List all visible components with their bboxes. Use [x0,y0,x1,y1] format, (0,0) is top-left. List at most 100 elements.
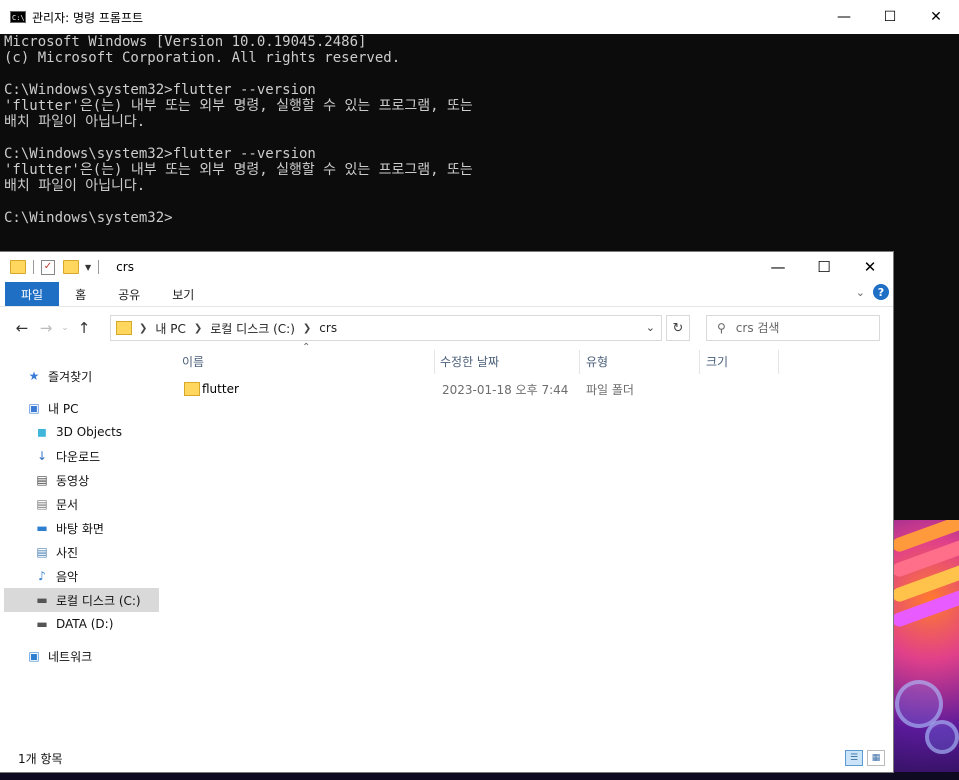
item-count: 1개 항목 [18,751,63,766]
column-header-type[interactable]: 유형 [586,348,608,374]
close-icon[interactable]: ✕ [913,0,959,34]
refresh-icon[interactable]: ↻ [666,315,690,341]
divider [579,350,580,374]
chevron-right-icon[interactable]: ❯ [194,323,202,334]
folder-icon [116,321,132,335]
tab-share[interactable]: 공유 [102,282,156,306]
computer-icon: ▣ [28,401,40,415]
properties-icon[interactable]: ✓ [41,259,55,275]
cmd-output-line: 'flutter'은(는) 내부 또는 외부 명령, 실행할 수 있는 프로그램… [4,162,473,178]
chevron-right-icon[interactable]: ❯ [139,323,147,334]
sidebar-item-label: 음악 [56,569,79,584]
folder-icon [10,260,26,274]
sidebar-item-label: 3D Objects [56,425,123,439]
minimize-icon[interactable]: — [821,0,867,34]
details-view-icon[interactable]: ☰ [845,750,863,766]
cmd-output-line: (c) Microsoft Corporation. All rights re… [4,50,401,66]
tab-view[interactable]: 보기 [156,282,210,306]
search-box[interactable]: ⚲ [706,315,880,341]
up-arrow-icon[interactable]: ↑ [72,319,96,337]
explorer-window[interactable]: ✓ ▼ crs — ☐ ✕ 파일 홈 공유 보기 ⌄ ? ← → ⌄ ↑ ❯ 내… [0,252,893,772]
navigation-bar: ← → ⌄ ↑ ❯ 내 PC ❯ 로컬 디스크 (C:) ❯ crs ⌄ ↻ ⚲ [0,307,893,349]
explorer-title-bar[interactable]: ✓ ▼ crs — ☐ ✕ [0,252,893,282]
column-header-modified[interactable]: 수정한 날짜 [440,348,499,374]
expand-ribbon-icon[interactable]: ⌄ [856,286,865,299]
divider [434,350,435,374]
drive-icon: ▬ [36,593,48,607]
taskbar [0,772,959,780]
large-icons-view-icon[interactable]: ▦ [867,750,885,766]
download-icon: ↓ [36,449,48,463]
help-icon[interactable]: ? [873,284,889,300]
cmd-app-icon: C:\ [10,11,26,23]
chevron-down-icon[interactable]: ⌄ [646,321,655,334]
address-bar[interactable]: ❯ 내 PC ❯ 로컬 디스크 (C:) ❯ crs ⌄ [110,315,662,341]
customize-quick-access-icon[interactable]: ▼ [85,263,91,272]
sidebar-item[interactable]: ▣ 내 PC [4,396,159,420]
cmd-output-line: 배치 파일이 아닙니다. [4,178,146,194]
sidebar-item-label: 다운로드 [56,449,101,464]
tab-home[interactable]: 홈 [59,282,102,306]
cmd-output-line [4,130,955,146]
breadcrumb-this-pc[interactable]: 내 PC [155,320,185,337]
wallpaper-bubble [925,720,959,754]
sidebar-item[interactable]: ▣ 네트워크 [4,644,159,668]
cmd-output-line: C:\Windows\system32> [4,210,173,226]
music-icon: ♪ [38,569,46,583]
column-header-name[interactable]: 이름 [182,348,204,374]
ribbon: 파일 홈 공유 보기 ⌄ ? [0,282,893,307]
sidebar-item-label: 동영상 [56,473,90,488]
divider [98,260,100,274]
sidebar-item[interactable]: ▤ 문서 [4,492,159,516]
sidebar-item[interactable]: ▬ 바탕 화면 [4,516,159,540]
sidebar-item[interactable]: ↓ 다운로드 [4,444,159,468]
sidebar-item-label: 바탕 화면 [56,521,104,536]
sidebar-item-label: 내 PC [48,401,79,416]
star-icon: ★ [28,369,40,383]
desktop-icon: ▬ [36,521,48,535]
sidebar-item[interactable]: ★ 즐겨찾기 [4,364,159,388]
column-header-size[interactable]: 크기 [706,348,728,374]
sidebar-item[interactable]: ◼ 3D Objects [4,420,159,444]
drive-icon: ▬ [36,617,48,631]
close-icon[interactable]: ✕ [847,252,893,282]
forward-arrow-icon[interactable]: → [34,319,58,337]
cube-icon: ◼ [37,425,47,439]
cmd-window-title: 관리자: 명령 프롬프트 [32,10,144,25]
sidebar-item-label: 문서 [56,497,79,512]
cmd-output-line: 배치 파일이 아닙니다. [4,114,146,130]
tab-file[interactable]: 파일 [5,282,60,306]
recent-locations-icon[interactable]: ⌄ [58,323,72,333]
sidebar-item[interactable]: ▤ 동영상 [4,468,159,492]
maximize-icon[interactable]: ☐ [867,0,913,34]
network-icon: ▣ [28,649,40,663]
cmd-output-line [4,66,955,82]
cmd-output-line: 'flutter'은(는) 내부 또는 외부 명령, 실행할 수 있는 프로그램… [4,98,473,114]
sidebar-item[interactable]: ▬ 로컬 디스크 (C:) [4,588,159,612]
sidebar-item[interactable]: ♪ 음악 [4,564,159,588]
file-list: ⌃ 이름 수정한 날짜 유형 크기 flutter 2023-01-18 오후 … [174,342,890,748]
back-arrow-icon[interactable]: ← [10,319,34,337]
breadcrumb-local-disk[interactable]: 로컬 디스크 (C:) [210,320,295,337]
sidebar-item[interactable]: ▤ 사진 [4,540,159,564]
cmd-output-line: C:\Windows\system32>flutter --version [4,146,316,162]
sidebar-item-label: 네트워크 [48,649,93,664]
maximize-icon[interactable]: ☐ [801,252,847,282]
status-bar: 1개 항목 ☰ ▦ [0,744,893,772]
cmd-output[interactable]: Microsoft Windows [Version 10.0.19045.24… [0,34,959,226]
sidebar-item-label: 즐겨찾기 [48,369,93,384]
sort-ascending-icon: ⌃ [302,342,311,353]
chevron-right-icon[interactable]: ❯ [303,323,311,334]
file-modified: 2023-01-18 오후 7:44 [442,382,569,397]
table-row[interactable]: flutter 2023-01-18 오후 7:44 파일 폴더 [174,378,704,400]
breadcrumb-crs[interactable]: crs [319,321,337,335]
search-input[interactable] [733,320,858,336]
minimize-icon[interactable]: — [755,252,801,282]
sidebar-item[interactable]: ▬ DATA (D:) [4,612,159,636]
navigation-pane: ★ 즐겨찾기 ▣ 내 PC ◼ 3D Objects ↓ 다운로드 ▤ 동영상 ▤ 문서 ▬ 바탕 화면 ▤… [0,348,166,748]
new-folder-icon[interactable] [63,260,79,274]
sidebar-item-label: 사진 [56,545,79,560]
divider [778,350,779,374]
picture-icon: ▤ [36,545,48,559]
cmd-title-bar[interactable]: C:\ 관리자: 명령 프롬프트 — ☐ ✕ [0,0,959,34]
